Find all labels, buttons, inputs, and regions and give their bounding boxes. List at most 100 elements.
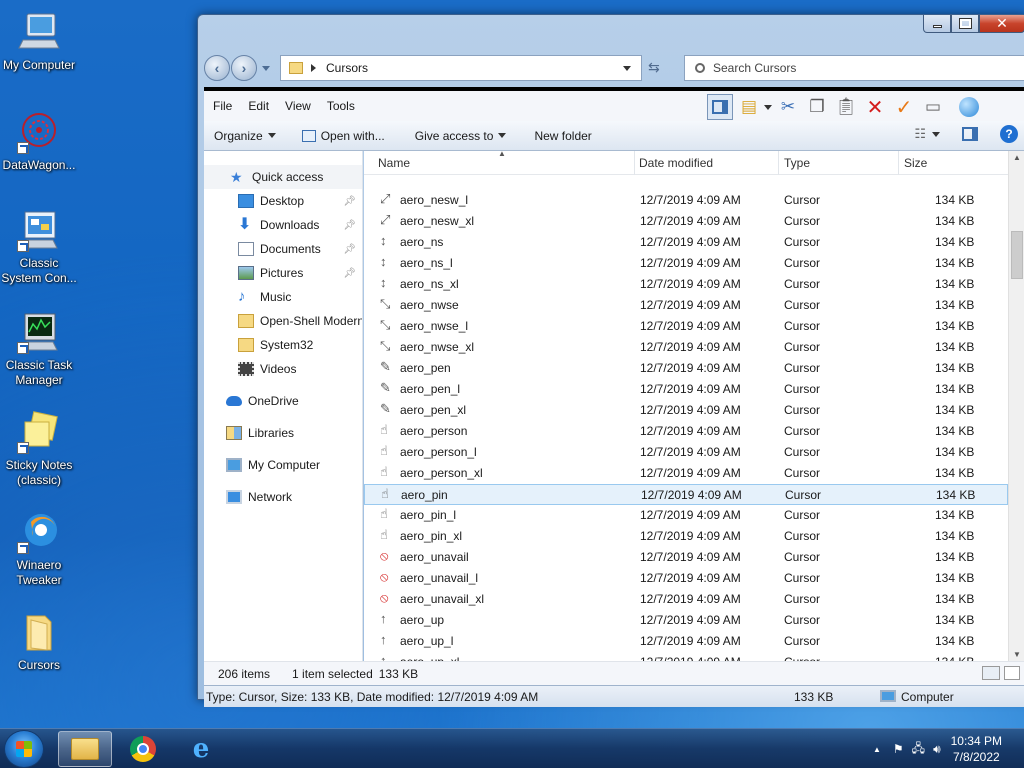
volume-icon[interactable]: 🔊︎ (933, 742, 941, 757)
large-icons-view-icon[interactable] (1004, 666, 1020, 680)
preview-pane-icon[interactable] (962, 127, 978, 141)
file-row[interactable]: ✎ aero_pen_xl 12/7/2019 4:09 AM Cursor 134 K… (364, 400, 1008, 421)
address-bar[interactable]: Cursors (280, 55, 642, 81)
breadcrumb-separator-icon[interactable] (311, 64, 316, 72)
file-row[interactable]: ⤢ aero_nesw_xl 12/7/2019 4:09 AM Cursor 134 … (364, 211, 1008, 232)
file-row[interactable]: ☝ aero_pin_l 12/7/2019 4:09 AM Cursor 134 KB (364, 505, 1008, 526)
nav-libraries[interactable]: Libraries (204, 421, 362, 445)
start-button[interactable] (4, 730, 44, 768)
file-row[interactable]: ⤡ aero_nwse_xl 12/7/2019 4:09 AM Cursor 134 … (364, 337, 1008, 358)
column-separator[interactable] (898, 151, 899, 175)
details-view-icon[interactable] (982, 666, 1000, 680)
scroll-up-icon[interactable]: ▲ (1013, 153, 1021, 162)
file-row[interactable]: ↕ aero_ns_xl 12/7/2019 4:09 AM Cursor 134 KB (364, 274, 1008, 295)
nav-music[interactable]: ♪ Music (204, 285, 362, 309)
refresh-icon[interactable]: ⇆ (648, 59, 660, 76)
nav-system32[interactable]: System32 (204, 333, 362, 357)
desktop-icon-my-computer[interactable]: My Computer (0, 10, 78, 73)
column-separator[interactable] (634, 151, 635, 175)
file-row[interactable]: ☝ aero_person_l 12/7/2019 4:09 AM Cursor 134… (364, 442, 1008, 463)
desktop-icon-classic-task-manager[interactable]: Classic Task Manager (0, 310, 78, 388)
preview-pane-toggle-icon[interactable] (707, 94, 733, 120)
file-row[interactable]: ⦸ aero_unavail_l 12/7/2019 4:09 AM Cursor 13… (364, 568, 1008, 589)
address-dropdown-icon[interactable] (623, 66, 631, 71)
column-date-modified[interactable]: Date modified (639, 156, 713, 170)
file-row[interactable]: ☝ aero_person_xl 12/7/2019 4:09 AM Cursor 13… (364, 463, 1008, 484)
copy-icon[interactable]: ❐ (804, 94, 830, 120)
delete-icon[interactable]: ✕ (862, 94, 888, 120)
view-dropdown-icon[interactable] (932, 131, 940, 137)
recent-locations-chevron-icon[interactable] (262, 65, 270, 71)
scroll-down-icon[interactable]: ▼ (1013, 650, 1021, 659)
taskbar-explorer-button[interactable] (58, 731, 112, 767)
desktop-icon-cursors-folder[interactable]: Cursors (0, 610, 78, 673)
open-with-button[interactable]: Open with... (292, 129, 395, 143)
nav-pictures[interactable]: Pictures 📌︎ (204, 261, 362, 285)
menu-edit[interactable]: Edit (240, 99, 277, 113)
new-folder-button[interactable]: New folder (524, 129, 601, 143)
network-tray-icon[interactable]: 🖧︎ (912, 739, 925, 760)
nav-documents[interactable]: Documents 📌︎ (204, 237, 362, 261)
file-row[interactable]: ⦸ aero_unavail 12/7/2019 4:09 AM Cursor 134 … (364, 547, 1008, 568)
file-row[interactable]: ☝ aero_pin_xl 12/7/2019 4:09 AM Cursor 134 K… (364, 526, 1008, 547)
rename-checkmark-icon[interactable]: ✓ (891, 94, 917, 120)
organize-button[interactable]: Organize (204, 129, 286, 143)
taskbar-chrome-button[interactable] (116, 731, 170, 767)
menu-view[interactable]: View (277, 99, 319, 113)
file-row[interactable]: ✎ aero_pen_l 12/7/2019 4:09 AM Cursor 134 KB (364, 379, 1008, 400)
maximize-button[interactable] (951, 15, 979, 33)
file-row[interactable]: ↕ aero_ns_l 12/7/2019 4:09 AM Cursor 134 KB (364, 253, 1008, 274)
desktop-icon-sticky-notes[interactable]: Sticky Notes (classic) (0, 410, 78, 488)
vertical-scrollbar[interactable]: ▲ ▼ (1008, 151, 1024, 661)
paste-icon[interactable]: 📋︎ (833, 94, 859, 120)
file-row[interactable]: ↑ aero_up_l 12/7/2019 4:09 AM Cursor 134 KB (364, 631, 1008, 652)
give-access-button[interactable]: Give access to (405, 129, 517, 143)
desktop-icon-datawagon[interactable]: DataWagon... (0, 110, 78, 173)
nav-videos[interactable]: Videos (204, 357, 362, 381)
help-icon[interactable]: ? (1000, 125, 1018, 143)
pin-icon[interactable]: 📌︎ (343, 220, 356, 231)
close-button[interactable]: ✕ (979, 15, 1024, 33)
file-row[interactable]: ✎ aero_pen 12/7/2019 4:09 AM Cursor 134 KB (364, 358, 1008, 379)
desktop-icon-classic-system-control[interactable]: Classic System Con... (0, 208, 78, 286)
forward-button[interactable]: › (231, 55, 257, 81)
file-row[interactable]: ↑aero_up_xl12/7/2019 4:09 AMCursor134 KB (364, 652, 1008, 661)
globe-icon[interactable] (956, 94, 982, 120)
nav-openshell-modern[interactable]: Open-Shell Modern (204, 309, 362, 333)
menu-tools[interactable]: Tools (319, 99, 363, 113)
scrollbar-thumb[interactable] (1011, 231, 1023, 279)
back-button[interactable]: ‹ (204, 55, 230, 81)
pin-icon[interactable]: 📌︎ (343, 244, 356, 255)
file-row[interactable]: ⤡ aero_nwse_l 12/7/2019 4:09 AM Cursor 134 K… (364, 316, 1008, 337)
column-separator[interactable] (778, 151, 779, 175)
pin-icon[interactable]: 📌︎ (343, 268, 356, 279)
file-row[interactable]: ↕ aero_ns 12/7/2019 4:09 AM Cursor 134 KB (364, 232, 1008, 253)
minimize-button[interactable] (923, 15, 951, 33)
column-name[interactable]: Name (378, 156, 410, 170)
file-row[interactable]: ☝ aero_pin 12/7/2019 4:09 AM Cursor 134 KB (364, 484, 1008, 505)
cut-icon[interactable]: ✂ (775, 94, 801, 120)
column-size[interactable]: Size (904, 156, 927, 170)
toolbar-dropdown-icon[interactable] (764, 104, 772, 110)
change-view-icon[interactable]: ☷ (914, 126, 926, 142)
column-type[interactable]: Type (784, 156, 810, 170)
file-row[interactable]: ⤡ aero_nwse 12/7/2019 4:09 AM Cursor 134 KB (364, 295, 1008, 316)
properties-icon[interactable]: ▭ (920, 94, 946, 120)
desktop-icon-winaero-tweaker[interactable]: Winaero Tweaker (0, 510, 78, 588)
nav-network[interactable]: Network (204, 485, 362, 509)
nav-desktop[interactable]: Desktop 📌︎ (204, 189, 362, 213)
menu-file[interactable]: File (205, 99, 240, 113)
taskbar-ie-button[interactable]: e (174, 731, 228, 767)
file-row[interactable]: ☝ aero_person 12/7/2019 4:09 AM Cursor 134 K… (364, 421, 1008, 442)
move-to-folder-icon[interactable]: ▤ (736, 94, 762, 120)
search-input[interactable]: Search Cursors (684, 55, 1024, 81)
show-hidden-icons-icon[interactable]: ▲ (873, 745, 881, 754)
nav-downloads[interactable]: ⬇ Downloads 📌︎ (204, 213, 362, 237)
nav-onedrive[interactable]: OneDrive (204, 389, 362, 413)
file-row[interactable]: ↑ aero_up 12/7/2019 4:09 AM Cursor 134 KB (364, 610, 1008, 631)
breadcrumb-current[interactable]: Cursors (326, 61, 368, 75)
action-center-flag-icon[interactable]: ⚑ (893, 742, 904, 756)
file-row[interactable]: ⤢ aero_nesw_l 12/7/2019 4:09 AM Cursor 134 K… (364, 190, 1008, 211)
clock[interactable]: 10:34 PM 7/8/2022 (951, 733, 1002, 765)
nav-my-computer[interactable]: My Computer (204, 453, 362, 477)
